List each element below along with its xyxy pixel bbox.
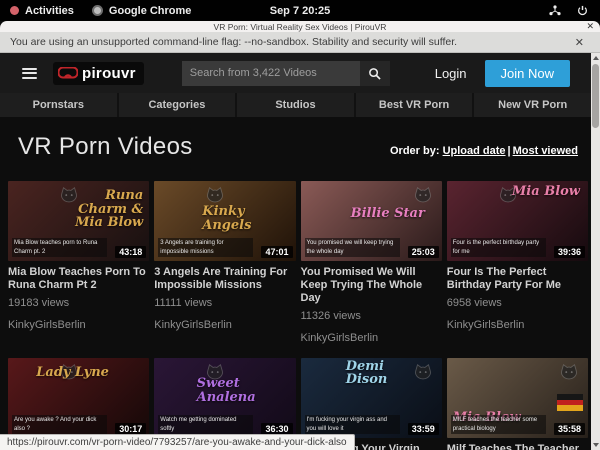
- thumb-caption: Mia Blow teaches porn to Runa Charm pt. …: [12, 238, 107, 257]
- recording-indicator-icon: [10, 6, 19, 15]
- app-menu-button[interactable]: Google Chrome: [92, 5, 192, 17]
- main-nav: Pornstars Categories Studios Best VR Por…: [0, 93, 600, 117]
- status-url: https://pirouvr.com/vr-porn-video/779325…: [7, 437, 347, 448]
- video-title[interactable]: 3 Angels Are Training For Impossible Mis…: [154, 266, 295, 292]
- scrollbar-thumb[interactable]: [592, 64, 599, 128]
- thumb-caption: MILF teaches the teacher some practical …: [451, 415, 546, 434]
- nav-item-studios[interactable]: Studios: [237, 93, 354, 117]
- thumb-caption: Watch me getting dominated softly: [158, 415, 253, 434]
- site-header: pirouvr Login Join Now: [0, 53, 600, 93]
- power-icon[interactable]: [577, 5, 588, 16]
- thumb-overlay-title: Billie Star: [351, 207, 425, 221]
- thumb-caption: 3 Angels are training for impossible mis…: [158, 238, 253, 257]
- clock[interactable]: Sep 7 20:25: [270, 5, 331, 17]
- nav-item-best-vr[interactable]: Best VR Porn: [356, 93, 473, 117]
- video-title[interactable]: Four Is The Perfect Birthday Party For M…: [447, 266, 588, 292]
- system-top-bar: Activities Google Chrome Sep 7 20:25: [0, 0, 600, 21]
- duration-badge: 39:36: [554, 246, 585, 258]
- thumb-overlay-title: Demi Dison: [346, 360, 426, 387]
- screen: Activities Google Chrome Sep 7 20:25 VR …: [0, 0, 600, 450]
- login-link[interactable]: Login: [427, 62, 475, 85]
- video-thumbnail[interactable]: Mia Blow Four is the perfect birthday pa…: [447, 181, 588, 261]
- thumb-caption: You promised we will keep trying the who…: [305, 238, 400, 257]
- order-most-viewed-link[interactable]: Most viewed: [513, 145, 578, 157]
- studio-cat-watermark-icon: [558, 362, 580, 384]
- studio-cat-watermark-icon: [412, 185, 434, 207]
- studio-link[interactable]: KinkyGirlsBerlin: [154, 319, 295, 331]
- activities-button[interactable]: Activities: [10, 5, 74, 17]
- thumb-caption: Are you awake ? And your dick also ?: [12, 415, 107, 434]
- video-card[interactable]: Mia Blow Four is the perfect birthday pa…: [447, 181, 588, 344]
- video-title[interactable]: Mia Blow Teaches Porn To Runa Charm Pt 2: [8, 266, 149, 292]
- duration-badge: 33:59: [408, 423, 439, 435]
- duration-badge: 47:01: [261, 246, 292, 258]
- nav-item-new-vr[interactable]: New VR Porn: [474, 93, 591, 117]
- video-thumbnail[interactable]: Kinky Angels 3 Angels are training for i…: [154, 181, 295, 261]
- nav-item-categories[interactable]: Categories: [119, 93, 236, 117]
- search-box: [182, 61, 390, 86]
- search-icon: [368, 67, 381, 80]
- scrollbar-down-arrow-icon[interactable]: [591, 440, 600, 450]
- infobar-message: You are using an unsupported command-lin…: [10, 36, 457, 48]
- app-menu-label: Google Chrome: [109, 5, 192, 17]
- view-count: 11326 views: [301, 310, 442, 322]
- join-now-button[interactable]: Join Now: [485, 60, 570, 87]
- order-by: Order by: Upload date|Most viewed: [390, 145, 578, 161]
- studio-link[interactable]: KinkyGirlsBerlin: [8, 319, 149, 331]
- video-card[interactable]: Mia Blow MILF teaches the teacher some p…: [447, 358, 588, 450]
- infobar-close-icon[interactable]: ✕: [575, 36, 590, 49]
- search-input[interactable]: [182, 61, 360, 86]
- page-heading-row: VR Porn Videos Order by: Upload date|Mos…: [0, 117, 600, 161]
- thumb-overlay-title: Runa Charm & Mia Blow: [63, 189, 143, 230]
- thumb-overlay-title: Kinky Angels: [202, 205, 282, 232]
- video-title[interactable]: You Promised We Will Keep Trying The Who…: [301, 266, 442, 305]
- thumb-caption: Four is the perfect birthday party for m…: [451, 238, 546, 257]
- duration-badge: 25:03: [408, 246, 439, 258]
- view-count: 6958 views: [447, 297, 588, 309]
- duration-badge: 43:18: [115, 246, 146, 258]
- site-logo[interactable]: pirouvr: [53, 62, 144, 85]
- thumb-overlay-title: Lady Lyne: [36, 366, 109, 380]
- studio-link[interactable]: KinkyGirlsBerlin: [447, 319, 588, 331]
- nav-item-pornstars[interactable]: Pornstars: [0, 93, 117, 117]
- thumb-overlay-title: Mia Blow: [512, 185, 580, 199]
- page-scrollbar[interactable]: [591, 53, 600, 450]
- order-by-label: Order by:: [390, 145, 440, 157]
- thumb-caption: I'm fucking your virgin ass and you will…: [305, 415, 400, 434]
- page-title: VR Porn Videos: [18, 133, 193, 161]
- video-thumbnail[interactable]: Runa Charm & Mia Blow Mia Blow teaches p…: [8, 181, 149, 261]
- video-thumbnail[interactable]: Lady Lyne Are you awake ? And your dick …: [8, 358, 149, 438]
- video-grid: Runa Charm & Mia Blow Mia Blow teaches p…: [0, 161, 600, 450]
- video-thumbnail[interactable]: Billie Star You promised we will keep tr…: [301, 181, 442, 261]
- tab-title: VR Porn: Virtual Reality Sex Videos | Pi…: [214, 22, 387, 32]
- view-count: 11111 views: [154, 297, 295, 309]
- video-thumbnail[interactable]: Sweet Analena Watch me getting dominated…: [154, 358, 295, 438]
- logo-wordmark: pirouvr: [82, 65, 136, 82]
- duration-badge: 35:58: [554, 423, 585, 435]
- scrollbar-up-arrow-icon[interactable]: [591, 53, 600, 63]
- window-title-bar[interactable]: VR Porn: Virtual Reality Sex Videos | Pi…: [0, 21, 600, 32]
- tab-close-icon[interactable]: ✕: [586, 21, 594, 32]
- browser-viewport: pirouvr Login Join Now Pornstars Categor…: [0, 53, 600, 450]
- chrome-infobar: You are using an unsupported command-lin…: [0, 32, 600, 53]
- german-flag-icon: [557, 394, 583, 411]
- vr-goggles-icon: [58, 67, 78, 79]
- video-card[interactable]: Runa Charm & Mia Blow Mia Blow teaches p…: [8, 181, 149, 344]
- video-card[interactable]: Billie Star You promised we will keep tr…: [301, 181, 442, 344]
- menu-button[interactable]: [22, 68, 37, 79]
- activities-label: Activities: [25, 5, 74, 17]
- order-upload-date-link[interactable]: Upload date: [443, 145, 506, 157]
- search-button[interactable]: [360, 61, 390, 86]
- view-count: 19183 views: [8, 297, 149, 309]
- video-thumbnail[interactable]: Mia Blow MILF teaches the teacher some p…: [447, 358, 588, 438]
- video-thumbnail[interactable]: Demi Dison I'm fucking your virgin ass a…: [301, 358, 442, 438]
- network-icon[interactable]: [549, 5, 561, 16]
- chrome-icon: [92, 5, 103, 16]
- thumb-overlay-title: Sweet Analena: [197, 377, 277, 404]
- video-title[interactable]: Milf Teaches The Teacher Some Practical …: [447, 443, 588, 450]
- video-card[interactable]: Kinky Angels 3 Angels are training for i…: [154, 181, 295, 344]
- studio-link[interactable]: KinkyGirlsBerlin: [301, 332, 442, 344]
- status-url-bar: https://pirouvr.com/vr-porn-video/779325…: [0, 434, 355, 450]
- order-separator: |: [506, 145, 513, 157]
